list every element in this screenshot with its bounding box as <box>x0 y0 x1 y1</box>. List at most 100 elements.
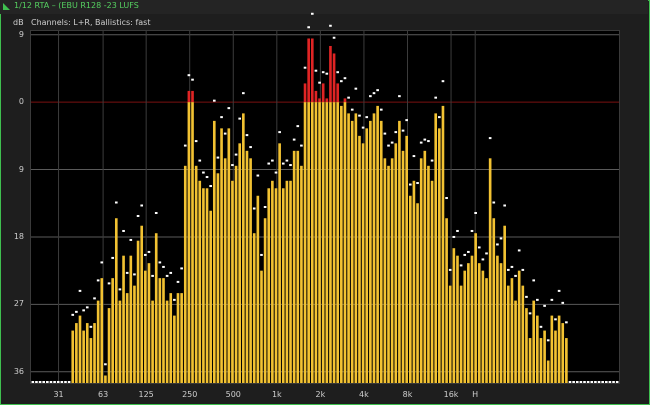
peak-marker <box>612 381 615 383</box>
peak-marker <box>615 381 619 383</box>
peak-marker <box>249 146 252 149</box>
peak-marker <box>223 132 227 135</box>
peak-marker <box>78 289 82 292</box>
bar <box>78 315 82 383</box>
peak-marker <box>601 381 604 383</box>
bar <box>187 102 191 384</box>
bar <box>503 225 506 383</box>
bar <box>394 143 398 383</box>
peak-marker <box>278 131 281 134</box>
x-tick-label: 63 <box>98 390 109 399</box>
bar <box>419 158 423 383</box>
bar <box>147 263 151 383</box>
bar <box>510 278 514 383</box>
peak-marker <box>107 282 111 285</box>
peak-marker <box>481 258 485 261</box>
peak-marker <box>75 310 78 313</box>
peak-marker <box>586 381 590 383</box>
peak-marker <box>53 381 56 383</box>
bar <box>350 120 354 383</box>
x-tick-label: 31 <box>53 390 64 399</box>
bar <box>125 293 129 383</box>
bar <box>303 102 307 384</box>
y-tick-label: 27 <box>13 299 24 309</box>
bar <box>438 128 441 383</box>
peak-marker <box>387 144 390 147</box>
peak-marker <box>543 304 546 307</box>
bar <box>191 102 194 384</box>
bar <box>565 338 568 383</box>
bar <box>448 285 452 383</box>
bar <box>227 128 231 383</box>
peak-marker <box>307 26 310 29</box>
peak-marker <box>238 117 242 120</box>
peak-marker <box>521 268 525 271</box>
bar <box>202 188 205 383</box>
bar <box>412 180 416 383</box>
peak-marker <box>125 271 129 274</box>
peak-marker <box>372 92 376 95</box>
bar <box>281 188 285 383</box>
peak-marker <box>147 250 151 253</box>
peak-marker <box>314 69 318 72</box>
bar <box>517 270 521 383</box>
peak-marker <box>488 137 492 140</box>
bar <box>557 315 561 383</box>
peak-marker <box>506 268 510 271</box>
peak-marker <box>343 77 347 80</box>
x-tick-label: 4k <box>359 390 369 399</box>
bar <box>561 323 565 383</box>
peak-marker <box>332 36 336 39</box>
bar <box>376 105 379 383</box>
bar <box>474 233 477 383</box>
bar <box>329 102 332 384</box>
peak-marker <box>536 298 539 301</box>
peak-marker <box>568 381 572 383</box>
bar <box>107 308 111 383</box>
peak-marker <box>205 176 209 179</box>
peak-marker <box>321 71 325 74</box>
bar-clip <box>321 83 325 103</box>
peak-marker <box>561 301 565 304</box>
peak-marker <box>579 381 583 383</box>
bar <box>336 102 340 384</box>
peak-marker <box>82 309 85 312</box>
peak-marker <box>56 381 60 383</box>
peak-marker <box>35 381 38 383</box>
x-tick-label: 250 <box>182 390 198 399</box>
peak-marker <box>285 159 289 162</box>
bar <box>463 270 467 383</box>
peak-marker <box>485 252 488 255</box>
bar <box>118 300 122 383</box>
peak-marker <box>256 174 260 177</box>
bar <box>445 218 448 383</box>
bar <box>343 102 347 384</box>
bar <box>467 263 470 383</box>
peak-marker <box>583 381 586 383</box>
peak-marker <box>401 129 405 132</box>
bar <box>223 158 227 383</box>
bar-clip <box>332 53 336 103</box>
bar <box>550 315 554 383</box>
bar-clip <box>336 83 340 103</box>
peak-marker <box>575 381 579 383</box>
peak-marker <box>532 279 536 282</box>
peak-marker <box>271 159 274 162</box>
bar <box>256 195 260 383</box>
peak-marker <box>369 95 372 98</box>
bar <box>365 128 369 383</box>
bar <box>536 315 539 383</box>
peak-marker <box>227 107 231 110</box>
peak-marker <box>358 114 361 117</box>
bar <box>176 293 180 383</box>
bar <box>216 173 220 383</box>
bar <box>430 180 434 383</box>
peak-marker <box>448 268 452 271</box>
bar <box>71 330 75 383</box>
peak-marker <box>474 211 477 214</box>
peak-marker <box>67 381 71 383</box>
bar <box>144 270 147 383</box>
peak-marker <box>336 71 340 74</box>
peak-marker <box>263 206 267 208</box>
peak-marker <box>597 381 601 383</box>
